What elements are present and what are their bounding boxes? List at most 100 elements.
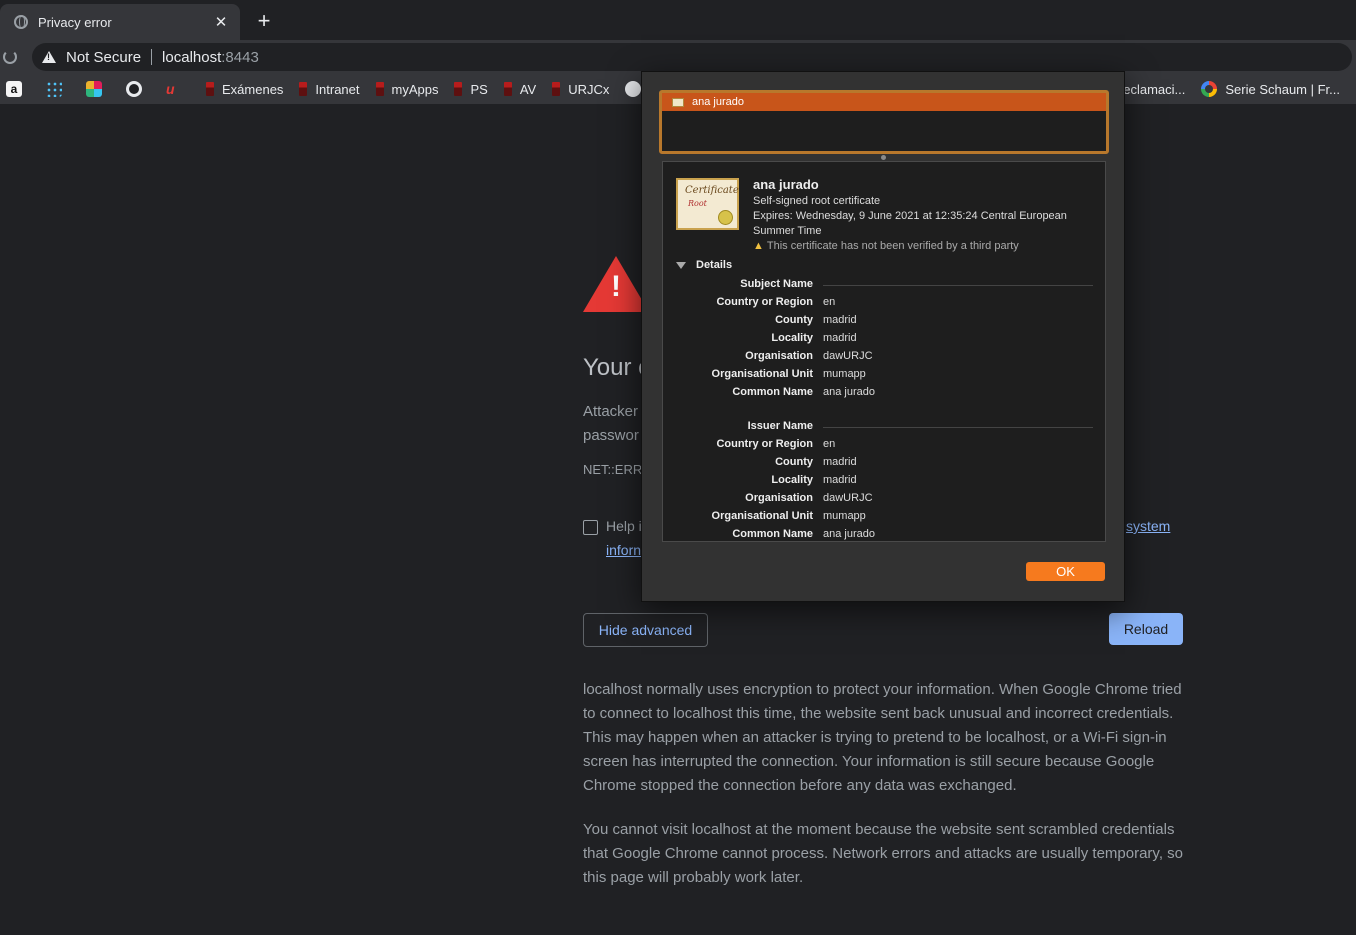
subject-section-divider [823,285,1093,286]
subject-field-row: Country or Region en [663,296,1093,314]
certificate-warning-text: This certificate has not been verified b… [766,240,1019,252]
bookmark-item[interactable]: Exámenes [206,82,283,97]
close-tab-icon[interactable]: ✕ [212,13,230,31]
details-toggle[interactable]: Details [676,259,732,271]
url-port: :8443 [221,48,259,66]
bookmark-item[interactable] [126,81,150,97]
bookmark-item[interactable] [46,81,70,97]
field-value: dawURJC [823,350,873,362]
bookmark-item[interactable]: URJCx [552,82,609,97]
bookmark-item[interactable]: Intranet [299,81,360,97]
intro-line-1: Attacker [583,403,639,420]
urjc-icon [375,82,384,96]
tab-privacy-error[interactable]: Privacy error ✕ [0,4,240,40]
security-label[interactable]: Not Secure [66,49,141,66]
field-key: County [775,314,813,326]
issuer-section-title: Issuer Name [747,420,813,432]
certificate-dialog: ana jurado Certificate Root ana jurado S… [641,71,1125,602]
reload-button[interactable]: Reload [1109,613,1183,645]
amazon-icon: a [6,81,22,97]
subject-field-row: Organisation dawURJC [663,350,1093,368]
subject-field-row: Locality madrid [663,332,1093,350]
field-value: madrid [823,332,857,344]
issuer-field-row: County madrid [663,456,1093,474]
explanation-paragraph-1: localhost normally uses encryption to pr… [583,681,1182,794]
certificate-image-title: Certificate [685,185,739,196]
certificate-large-icon: Certificate Root [676,178,739,230]
subject-section-title: Subject Name [740,278,813,290]
certificate-expiry: Expires: Wednesday, 9 June 2021 at 12:35… [753,210,1067,237]
github-icon [625,81,642,97]
slack-icon [86,81,102,97]
bookmark-item[interactable]: a [6,81,30,97]
omnibox-divider [151,49,153,65]
warning-triangle-icon: ▲ [753,240,764,252]
google-icon [1201,81,1218,97]
bookmark-item[interactable]: Serie Schaum | Fr... [1201,81,1340,97]
subject-field-row: Common Name ana jurado [663,386,1093,404]
certificate-summary: Self-signed root certificate Expires: We… [753,194,1098,239]
bookmark-item[interactable] [86,81,110,97]
help-improve-checkbox[interactable] [583,520,598,535]
bookmark-label: PS [470,81,488,97]
bookmark-label: URJCx [568,81,610,97]
explanation-paragraph-2: You cannot visit localhost at the moment… [583,821,1183,886]
url-host: localhost [162,48,222,66]
issuer-field-row: Country or Region en [663,438,1093,456]
danger-triangle-icon [583,256,649,312]
hide-advanced-button[interactable]: Hide advanced [583,613,708,647]
bookmark-item[interactable]: myApps [375,82,438,97]
warning-icon[interactable] [42,51,56,63]
splitter-handle[interactable] [881,155,886,160]
tab-strip: Privacy error ✕ + [0,0,1356,40]
field-value: dawURJC [823,492,873,504]
field-key: Organisational Unit [711,368,813,380]
urjc-icon [503,82,512,96]
help-info-link[interactable]: inforn [606,542,641,558]
new-tab-button[interactable]: + [253,8,275,34]
u-app-icon: u [166,81,175,97]
certificate-list[interactable]: ana jurado [659,90,1109,154]
issuer-field-row: Organisational Unit mumapp [663,510,1093,528]
reload-icon[interactable] [3,50,17,64]
issuer-section-divider [823,427,1093,428]
subject-field-row: Organisational Unit mumapp [663,368,1093,386]
field-value: mumapp [823,368,866,380]
subject-field-row: County madrid [663,314,1093,332]
field-key: Organisation [745,492,813,504]
intro-text: Attacker passwor [583,400,639,448]
whatsapp-icon [126,81,142,97]
certificate-image-subtitle: Root [688,199,707,208]
tab-title: Privacy error [38,14,112,30]
field-key: Common Name [732,386,813,398]
bookmark-item[interactable]: AV [503,81,537,97]
issuer-field-row: Organisation dawURJC [663,492,1093,510]
field-value: ana jurado [823,528,875,540]
bookmark-label: Exámenes [222,81,284,97]
field-value: madrid [823,456,857,468]
bookmark-label: AV [519,81,537,97]
disclosure-triangle-icon[interactable] [676,261,686,269]
field-key: Organisation [745,350,813,362]
bookmark-item[interactable]: PS [454,81,488,97]
certificate-detail-pane[interactable]: Certificate Root ana jurado Self-signed … [662,161,1106,542]
address-bar[interactable]: Not Secure localhost :8443 [32,43,1352,71]
ok-button[interactable]: OK [1026,562,1105,581]
field-key: Common Name [732,528,813,540]
system-info-link[interactable]: system [1126,518,1170,534]
certificate-list-label: ana jurado [692,96,744,108]
field-key: Locality [771,332,813,344]
globe-icon [14,15,28,29]
urjc-icon [206,82,214,96]
field-value: en [823,296,836,308]
certificate-icon [672,97,684,107]
details-label: Details [696,259,733,271]
error-code: NET::ERR [583,462,643,477]
toolbar: Not Secure localhost :8443 [0,40,1356,74]
field-value: en [823,438,836,450]
certificate-list-item[interactable]: ana jurado [662,93,1106,111]
bookmark-item[interactable]: u [166,81,190,97]
bookmark-label: Intranet [315,81,360,97]
urjc-icon [454,82,463,96]
field-key: Country or Region [716,438,813,450]
